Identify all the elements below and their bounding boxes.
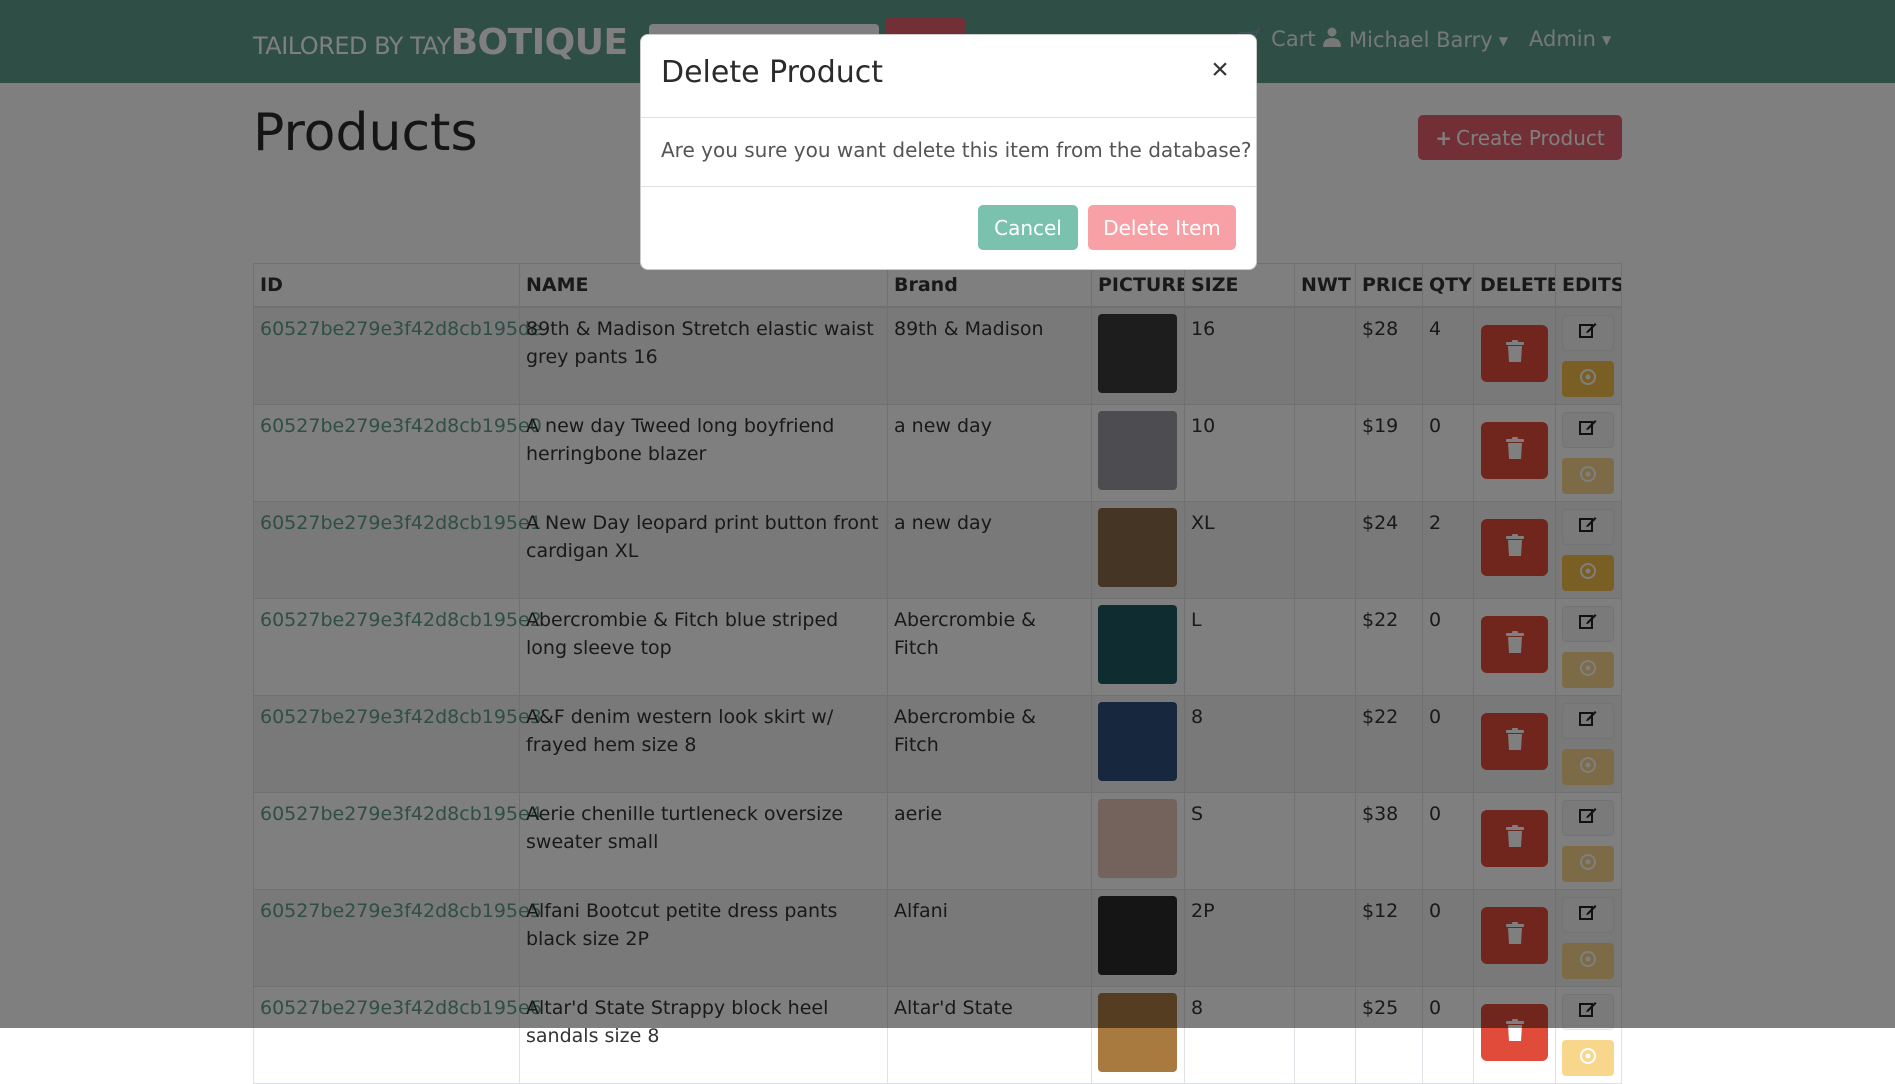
- cancel-button[interactable]: Cancel: [978, 205, 1078, 250]
- modal-title: Delete Product: [661, 55, 884, 90]
- modal-message: Are you sure you want delete this item f…: [661, 138, 1252, 162]
- close-icon[interactable]: ×: [1204, 53, 1236, 87]
- eye-icon: [1579, 1047, 1597, 1069]
- modal-footer: Cancel Delete Item: [641, 187, 1256, 269]
- delete-product-modal: Delete Product × Are you sure you want d…: [640, 34, 1257, 270]
- delete-item-button[interactable]: Delete Item: [1088, 205, 1236, 250]
- modal-header: Delete Product ×: [641, 35, 1256, 118]
- modal-body: Are you sure you want delete this item f…: [641, 118, 1256, 187]
- view-button[interactable]: [1562, 1040, 1614, 1076]
